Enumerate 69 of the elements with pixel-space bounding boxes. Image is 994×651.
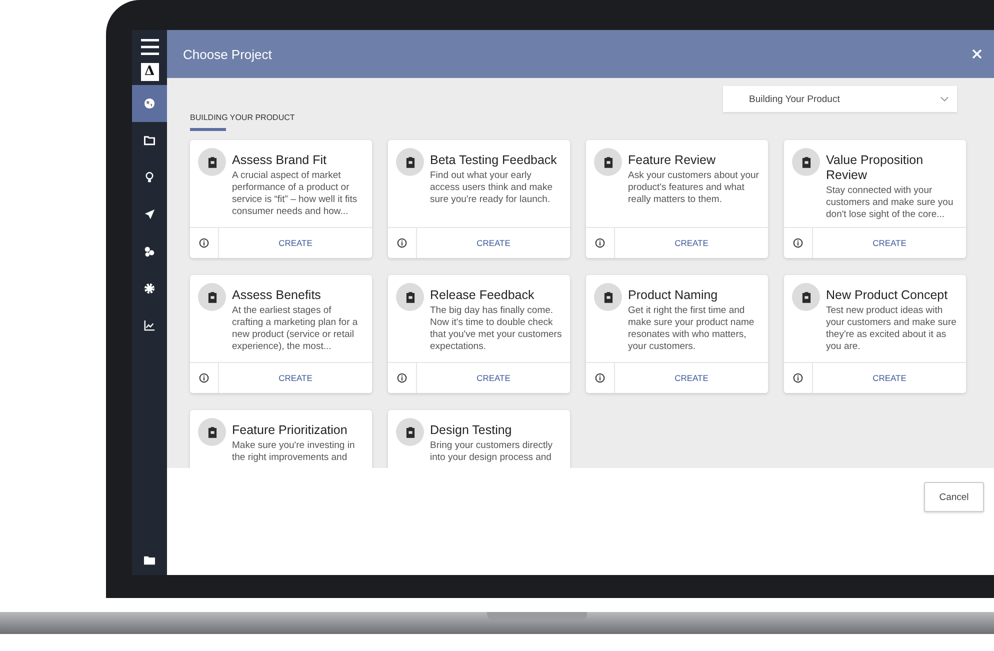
clipboard-icon: [396, 148, 424, 176]
create-button[interactable]: CREATE: [813, 363, 966, 393]
clipboard-icon: [594, 283, 622, 311]
create-button[interactable]: CREATE: [417, 363, 570, 393]
card-description: Test new product ideas with your customers and make sure they're as excited about it as you are.: [826, 305, 958, 353]
card-title: Product Naming: [628, 288, 719, 303]
folder-icon[interactable]: [144, 556, 155, 565]
create-button[interactable]: CREATE: [219, 363, 372, 393]
card-title: Design Testing: [430, 423, 513, 438]
info-button[interactable]: [190, 228, 219, 258]
close-icon[interactable]: [972, 49, 982, 59]
clipboard-icon: [396, 418, 424, 446]
chevron-down-icon: [940, 96, 949, 102]
create-button[interactable]: CREATE: [219, 228, 372, 258]
card-title: Assess Benefits: [232, 288, 322, 303]
card-description: Get it right the first time and make sure your product name resonates with who matters, your customers.: [628, 305, 756, 353]
clipboard-icon: [792, 283, 820, 311]
clipboard-icon: [792, 148, 820, 176]
card-description: Find out what your early access users think and make sure you're ready for launch.: [430, 170, 554, 206]
info-icon: [199, 238, 209, 248]
info-button[interactable]: [388, 363, 417, 393]
create-button[interactable]: CREATE: [417, 228, 570, 258]
clipboard-icon: [594, 148, 622, 176]
card-description: The big day has finally come. Now it's time to double check that you've met your customers expectations.: [430, 305, 562, 353]
section-heading: BUILDING YOUR PRODUCT: [190, 113, 295, 122]
info-icon: [793, 238, 803, 248]
card-description: At the earliest stages of crafting a marketing plan for a new product (service or retail experience), the most...: [232, 305, 359, 353]
lightbulb-icon: [144, 172, 155, 183]
globe-icon: [144, 98, 155, 109]
info-icon: [397, 373, 407, 383]
dialog-title: Choose Project: [183, 46, 272, 62]
card-description: Make sure you're investing in the right improvements and: [232, 440, 356, 464]
logo[interactable]: Δ: [140, 63, 158, 81]
clipboard-icon: [198, 283, 226, 311]
info-icon: [793, 373, 803, 383]
card-title: Value Proposition Review: [826, 153, 924, 183]
card-title: New Product Concept: [826, 288, 949, 303]
card-description: Stay connected with your customers and make sure you don't lose sight of the core...: [826, 185, 954, 221]
cancel-button[interactable]: Cancel: [924, 482, 984, 512]
create-button[interactable]: CREATE: [615, 363, 768, 393]
create-button[interactable]: CREATE: [615, 228, 768, 258]
info-icon: [595, 373, 605, 383]
info-button[interactable]: [586, 228, 615, 258]
create-button[interactable]: CREATE: [813, 228, 966, 258]
section-underline: [190, 128, 226, 131]
clipboard-icon: [198, 418, 226, 446]
clipboard-icon: [198, 148, 226, 176]
info-icon: [595, 238, 605, 248]
category-dropdown[interactable]: Building Your Product: [723, 86, 957, 112]
settings-icon: [144, 283, 155, 294]
card-title: Release Feedback: [430, 288, 536, 303]
menu-icon[interactable]: [140, 39, 158, 55]
card-description: Ask your customers about your product's features and what really matters to them.: [628, 170, 760, 206]
folder-icon: [144, 135, 155, 146]
card-title: Assess Brand Fit: [232, 153, 328, 168]
card-description: Bring your customers directly into your design process and: [430, 440, 554, 464]
info-button[interactable]: [784, 363, 813, 393]
info-button[interactable]: [784, 228, 813, 258]
info-button[interactable]: [388, 228, 417, 258]
card-title: Beta Testing Feedback: [430, 153, 558, 168]
info-button[interactable]: [586, 363, 615, 393]
card-title: Feature Prioritization: [232, 423, 348, 438]
card-title: Feature Review: [628, 153, 717, 168]
info-icon: [199, 373, 209, 383]
clipboard-icon: [396, 283, 424, 311]
line-chart-icon: [144, 320, 155, 331]
card-description: A crucial aspect of market performance of a product or service is “fit” – how well it fits consumer needs and how...: [232, 170, 358, 218]
info-icon: [397, 238, 407, 248]
info-button[interactable]: [190, 363, 219, 393]
